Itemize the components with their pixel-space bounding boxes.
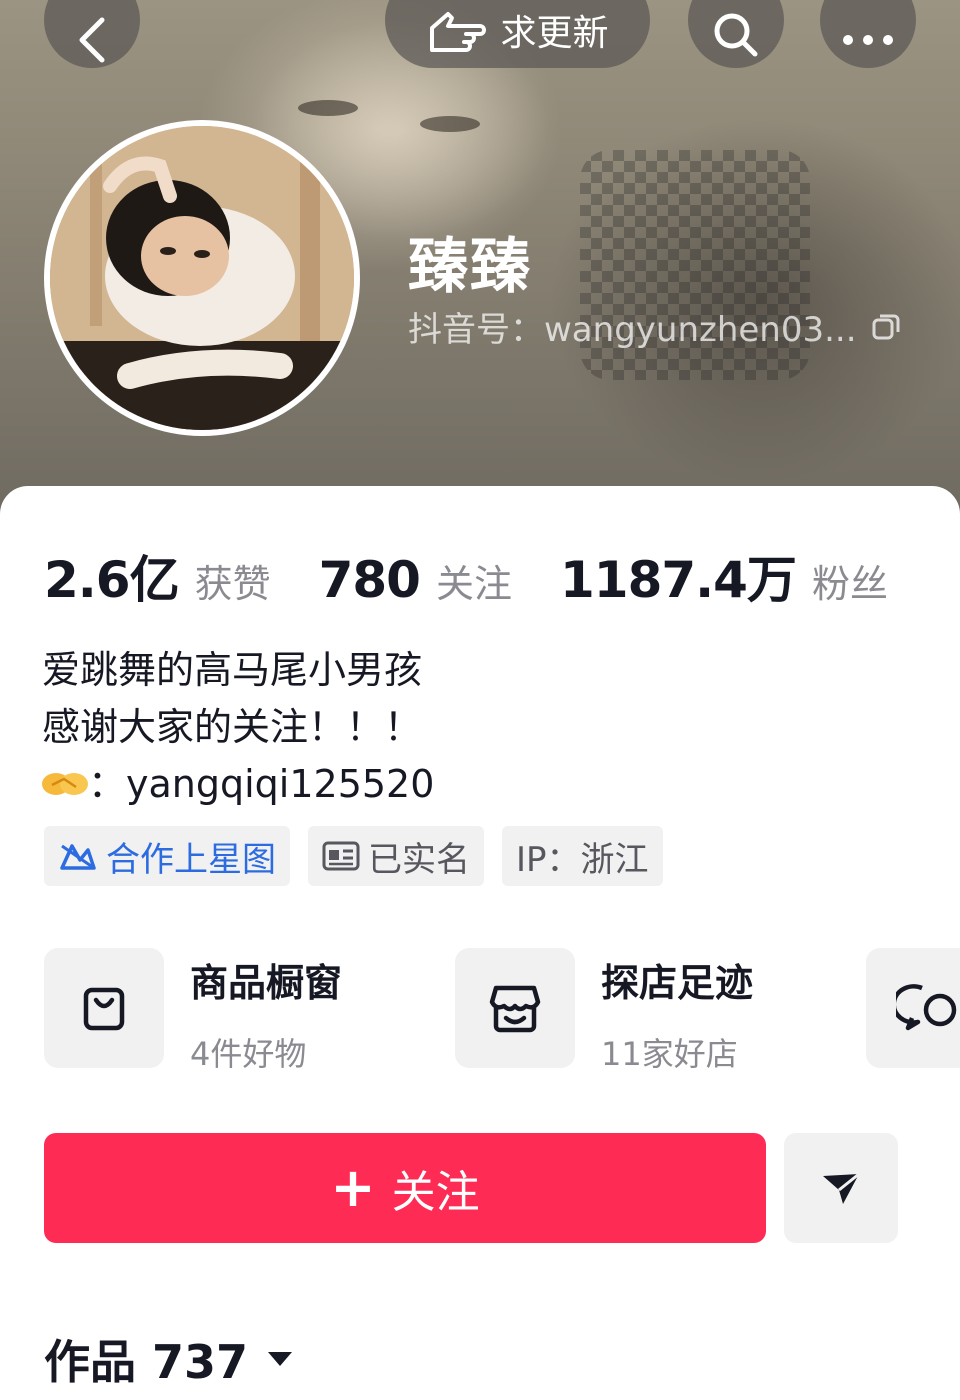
chevron-left-icon [79, 17, 105, 63]
request-update-button[interactable]: 求更新 [385, 0, 650, 68]
avatar[interactable] [44, 120, 360, 436]
share-button[interactable] [784, 1133, 898, 1243]
banner-eye-left [298, 100, 358, 116]
banner-eye-right [420, 116, 480, 132]
avatar-photo [50, 126, 354, 430]
bio-line-1: 爱跳舞的高马尾小男孩 [42, 648, 423, 692]
bio-line-3: ：yangqiqi125520 [42, 756, 434, 813]
likes-stat[interactable]: 2.6亿 获赞 [44, 540, 271, 612]
ip-tag: IP：浙江 [502, 826, 663, 886]
douyin-id-row[interactable]: 抖音号：wangyunzhen03... [408, 302, 901, 351]
store-visit-subtitle: 11家好店 [601, 1035, 738, 1073]
shop-window-subtitle: 4件好物 [190, 1035, 307, 1073]
follow-button[interactable]: + 关注 [44, 1133, 766, 1243]
shopping-bag-icon [44, 948, 164, 1068]
profile-card [0, 486, 960, 1400]
caret-down-icon [268, 1352, 293, 1366]
pointing-hand-icon [430, 12, 487, 52]
stat-label: 获赞 [194, 562, 271, 606]
stat-value: 780 [318, 551, 421, 609]
works-tab-label: 作品 737 [44, 1335, 249, 1389]
followers-stat[interactable]: 1187.4万 粉丝 [560, 540, 888, 612]
douyin-id-text: 抖音号：wangyunzhen03... [408, 310, 857, 350]
bio-separator: ： [88, 762, 127, 806]
works-tab[interactable]: 作品 737 [44, 1326, 294, 1392]
bio: 爱跳舞的高马尾小男孩 感谢大家的关注！！！ ：yangqiqi125520 [42, 642, 434, 813]
stat-label: 粉丝 [811, 562, 888, 606]
shop-window-title: 商品橱窗 [190, 961, 343, 1005]
star-map-icon [60, 844, 96, 870]
copy-icon[interactable] [871, 312, 901, 342]
tag-row: 合作上星图 已实名 IP：浙江 [44, 826, 663, 886]
group-chat-entry[interactable] [866, 948, 960, 1068]
more-dots-icon [843, 35, 893, 45]
search-icon [714, 13, 758, 57]
store-visit-title: 探店足迹 [601, 961, 754, 1005]
handshake-icon [42, 773, 88, 795]
chat-bubbles-icon [866, 948, 960, 1068]
cooperate-tag[interactable]: 合作上星图 [44, 826, 290, 886]
stats-row: 2.6亿 获赞 780 关注 1187.4万 粉丝 [44, 540, 936, 609]
following-stat[interactable]: 780 关注 [319, 551, 512, 609]
stat-value: 1187.4万 [559, 551, 797, 609]
storefront-icon [455, 948, 575, 1068]
plus-icon: + [330, 1156, 376, 1219]
follow-label: 关注 [391, 1167, 480, 1218]
request-update-label: 求更新 [500, 13, 609, 54]
cooperate-tag-label: 合作上星图 [106, 839, 276, 880]
shop-window-entry[interactable]: 商品橱窗 4件好物 [44, 948, 342, 1075]
id-card-icon [322, 841, 360, 871]
avatar-portrait [50, 126, 354, 430]
store-visit-entry[interactable]: 探店足迹 11家好店 [455, 948, 753, 1075]
ip-tag-label: IP：浙江 [516, 839, 649, 880]
send-arrow-icon [823, 1172, 860, 1204]
verified-tag-label: 已实名 [368, 839, 470, 880]
bio-line-2: 感谢大家的关注！！！ [42, 705, 423, 749]
nickname: 臻臻 [408, 232, 532, 302]
stat-label: 关注 [435, 562, 512, 606]
verified-tag[interactable]: 已实名 [308, 826, 484, 886]
stat-value: 2.6亿 [44, 551, 180, 609]
bio-contact: yangqiqi125520 [126, 762, 435, 806]
